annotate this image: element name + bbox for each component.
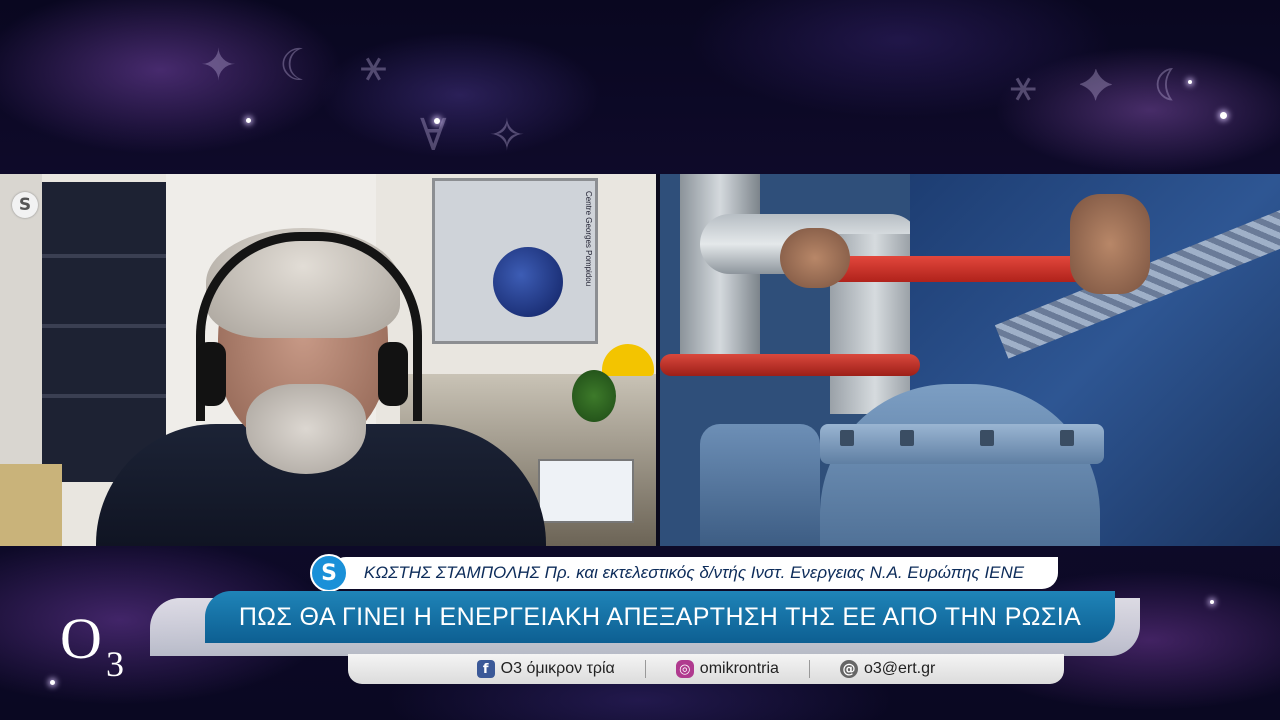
- email-address: o3@ert.gr: [863, 660, 936, 677]
- separator: [808, 660, 810, 678]
- bolt: [980, 430, 994, 446]
- facebook-handle: Ο3 όμικρον τρία: [500, 660, 615, 677]
- social-bar: f Ο3 όμικρον τρία ◎ omikrontria @ o3@ert…: [348, 654, 1064, 684]
- poster-caption: Centre Georges Pompidou: [584, 191, 593, 287]
- logo-letter: O: [60, 606, 102, 671]
- bolt: [900, 430, 914, 446]
- star: [50, 680, 55, 685]
- star: [246, 118, 251, 123]
- computer-monitor: [538, 459, 634, 523]
- instagram-icon: ◎: [675, 660, 694, 678]
- guest-name-bar: ΚΩΣΤΗΣ ΣΤΑΜΠΟΛΗΣ Πρ. και εκτελεστικός δ/…: [330, 557, 1058, 589]
- star: [434, 118, 440, 124]
- bolt: [840, 430, 854, 446]
- bookshelf: [42, 182, 166, 482]
- social-instagram: ◎ omikrontria: [675, 660, 779, 678]
- star: [1188, 80, 1192, 84]
- b-roll-video-pane: [660, 174, 1280, 546]
- potted-plant: [572, 370, 616, 422]
- facebook-icon: f: [476, 660, 495, 678]
- bolt: [1060, 430, 1074, 446]
- headline-text: ΠΩΣ ΘΑ ΓΙΝΕΙ Η ΕΝΕΡΓΕΙΑΚΗ ΑΠΕΞΑΡΤΗΣΗ ΤΗΣ…: [238, 602, 1082, 631]
- star: [1220, 112, 1227, 119]
- headline-bar: ΠΩΣ ΘΑ ΓΙΝΕΙ Η ΕΝΕΡΓΕΙΑΚΗ ΑΠΕΞΑΡΤΗΣΗ ΤΗΣ…: [205, 591, 1115, 643]
- instagram-handle: omikrontria: [699, 660, 779, 677]
- desk-lamp: [602, 344, 654, 376]
- worker-hand: [780, 228, 850, 288]
- guest-name: ΚΩΣΤΗΣ ΣΤΑΜΠΟΛΗΣ Πρ. και εκτελεστικός δ/…: [363, 563, 1025, 582]
- at-sign-icon: @: [839, 660, 858, 678]
- red-handwheel: [660, 354, 920, 376]
- channel-logo: O 3: [60, 610, 140, 690]
- separator: [644, 660, 646, 678]
- headphone-left-cup: [196, 342, 226, 406]
- shelf: [42, 254, 166, 258]
- worker-hand: [1070, 194, 1150, 294]
- star: [1210, 600, 1214, 604]
- logo-subscript: 3: [106, 644, 124, 684]
- skype-icon: S: [310, 554, 348, 592]
- social-facebook: f Ο3 όμικρον τρία: [476, 660, 615, 678]
- shelf: [42, 394, 166, 398]
- social-email: @ o3@ert.gr: [839, 660, 936, 678]
- headphone-right-cup: [378, 342, 408, 406]
- poster-globe: [493, 247, 563, 317]
- small-valve: [700, 424, 820, 546]
- skype-video-pane: Centre Georges Pompidou: [0, 174, 656, 546]
- wall-poster: Centre Georges Pompidou: [432, 178, 598, 344]
- background-glyphs: ✦ ☾ ⚹: [200, 40, 401, 91]
- background-glyphs: ⚹ ✦ ☾: [1010, 60, 1201, 111]
- skype-icon: S: [12, 192, 38, 218]
- shelf: [42, 324, 166, 328]
- chair: [0, 464, 62, 546]
